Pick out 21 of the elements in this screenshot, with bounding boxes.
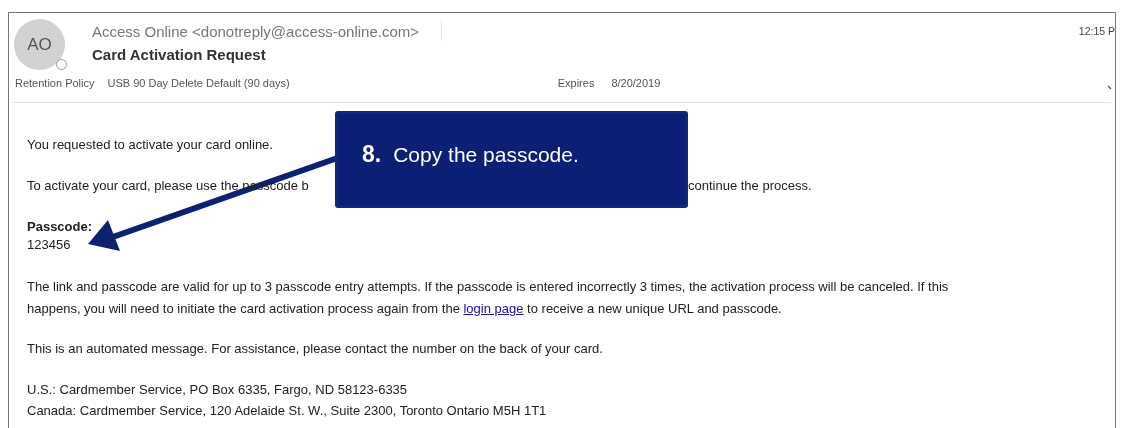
automated-message: This is an automated message. For assistance, please contact the number on the back of your card. (27, 340, 603, 358)
callout-text: Copy the passcode. (393, 142, 579, 167)
login-link[interactable]: login page (463, 301, 524, 316)
retention-value: USB 90 Day Delete Default (90 days) (107, 77, 290, 89)
intro-text: You requested to activate your card online. (27, 136, 273, 154)
passcode-label: Passcode: (27, 218, 93, 236)
subject: Card Activation Request (92, 46, 267, 63)
expires-label: Expires (557, 77, 595, 89)
address-canada: Canada: Cardmember Service, 120 Adelaide St. W., Suite 2300, Toronto Ontario M5H 1T1 (27, 402, 547, 420)
validity-paragraph: The link and passcode are valid for up to 3 passcode entry attempts. If the passcode is entered incorrectly 3 times, the activation process will be canceled. If this happens, you will need to initiate the card activation process again from the login page to receive a new unique URL and passcode. (27, 278, 950, 318)
retention-label: Retention Policy (15, 77, 95, 89)
avatar: AO (14, 19, 65, 70)
expires-value: 8/20/2019 (611, 77, 661, 89)
passcode-value: 123456 (27, 236, 71, 254)
presence-icon (56, 59, 67, 70)
step-number: 8. (362, 141, 382, 168)
time: 12:15 P (1078, 25, 1115, 37)
sender: Access Online <donotreply@access-online.com> (92, 22, 420, 40)
address-us: U.S.: Cardmember Service, PO Box 6335, Fargo, ND 58123-6335 (27, 381, 408, 399)
instruction-text-end: continue the process. (688, 177, 812, 195)
chevron-icon[interactable] (1108, 85, 1114, 91)
